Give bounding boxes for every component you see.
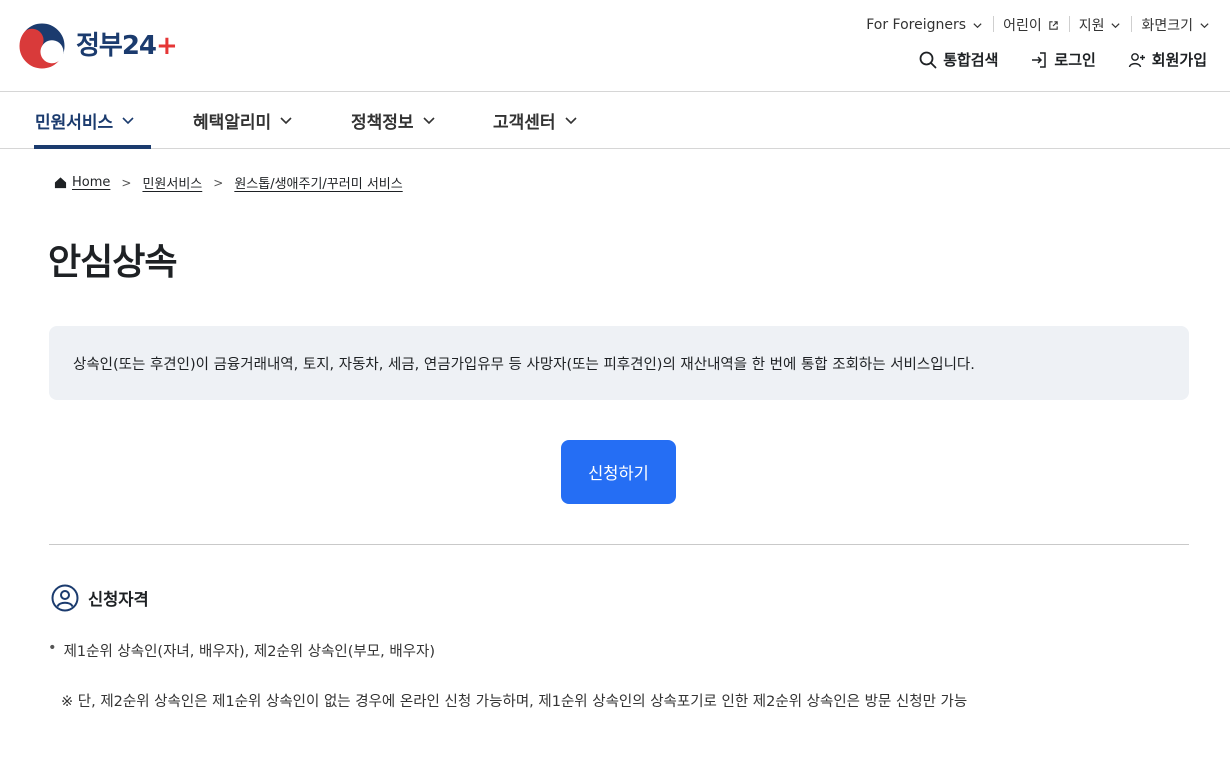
font-size-label: 화면크기 (1141, 18, 1193, 34)
add-user-icon (1128, 52, 1145, 67)
header-actions: 통합검색 로그인 회원가입 (919, 49, 1207, 70)
for-foreigners-dropdown[interactable]: For Foreigners (856, 17, 993, 33)
site-logo[interactable]: 정부24+ (18, 22, 178, 70)
signup-button[interactable]: 회원가입 (1128, 49, 1207, 70)
user-circle-icon (51, 584, 79, 612)
page-title: 안심상속 (48, 242, 177, 283)
search-icon (919, 51, 937, 68)
nav-item-civil-service[interactable]: 민원서비스 (33, 92, 152, 149)
breadcrumb: Home > 민원서비스 > 원스톱/생애주기/꾸러미 서비스 (54, 173, 403, 192)
support-dropdown[interactable]: 지원 (1068, 15, 1132, 35)
breadcrumb-home[interactable]: Home (72, 175, 110, 190)
children-link[interactable]: 어린이 (993, 15, 1069, 35)
eligibility-text: 제1순위 상속인(자녀, 배우자), 제2순위 상속인(부모, 배우자) (63, 644, 435, 660)
main-navigation: 민원서비스 혜택알리미 정책정보 고객센터 (0, 92, 1230, 149)
children-label: 어린이 (1003, 18, 1042, 34)
apply-button[interactable]: 신청하기 (561, 440, 676, 504)
breadcrumb-civil-service[interactable]: 민원서비스 (142, 173, 202, 192)
external-link-icon (1048, 20, 1058, 30)
logo-wordmark: 정부24+ (76, 31, 178, 61)
bullet-dot: • (48, 640, 57, 656)
chevron-down-icon (1200, 22, 1209, 28)
nav-item-customer-center[interactable]: 고객센터 (493, 92, 578, 148)
utility-menu: For Foreigners 어린이 지원 화면크기 (856, 15, 1210, 35)
service-description-box: 상속인(또는 후견인)이 금융거래내역, 토지, 자동차, 세금, 연금가입유무… (49, 326, 1189, 400)
nav-item-policy-info[interactable]: 정책정보 (351, 92, 436, 148)
eligibility-heading-label: 신청자격 (88, 590, 149, 609)
section-divider (49, 544, 1189, 545)
nav-item-label: 고객센터 (493, 112, 556, 133)
eligibility-heading: 신청자격 (51, 584, 149, 612)
service-description: 상속인(또는 후견인)이 금융거래내역, 토지, 자동차, 세금, 연금가입유무… (73, 356, 975, 373)
login-button[interactable]: 로그인 (1030, 49, 1096, 70)
nav-item-label: 민원서비스 (35, 112, 114, 133)
logo-number: 24 (121, 31, 157, 61)
chevron-right-icon: > (121, 175, 132, 190)
list-item: • 제1순위 상속인(자녀, 배우자), 제2순위 상속인(부모, 배우자) (48, 640, 435, 661)
logo-text: 정부 (76, 31, 123, 61)
chevron-down-icon (1111, 22, 1121, 28)
chevron-down-icon (973, 22, 982, 28)
chevron-down-icon (564, 117, 577, 125)
logo-plus: + (156, 31, 178, 61)
home-icon (54, 177, 67, 189)
chevron-down-icon (280, 117, 292, 125)
eligibility-note: ※ 단, 제2순위 상속인은 제1순위 상속인이 없는 경우에 온라인 신청 가… (61, 694, 968, 710)
chevron-down-icon (122, 117, 134, 125)
chevron-down-icon (422, 117, 435, 125)
login-icon (1032, 51, 1047, 68)
support-label: 지원 (1078, 18, 1105, 34)
signup-label: 회원가입 (1151, 51, 1207, 69)
nav-item-benefits[interactable]: 혜택알리미 (193, 92, 293, 148)
chevron-right-icon: > (213, 175, 224, 190)
for-foreigners-label: For Foreigners (866, 17, 967, 33)
login-label: 로그인 (1054, 51, 1096, 69)
taegeuk-logo-icon (18, 22, 66, 70)
nav-item-label: 혜택알리미 (193, 112, 272, 133)
nav-item-label: 정책정보 (351, 112, 414, 133)
font-size-dropdown[interactable]: 화면크기 (1131, 15, 1210, 35)
search-label: 통합검색 (943, 51, 999, 69)
site-header: 정부24+ For Foreigners 어린이 지원 화면크기 통합검색 로그… (0, 0, 1230, 92)
breadcrumb-onestop[interactable]: 원스톱/생애주기/꾸러미 서비스 (234, 173, 402, 192)
integrated-search-button[interactable]: 통합검색 (919, 49, 998, 70)
